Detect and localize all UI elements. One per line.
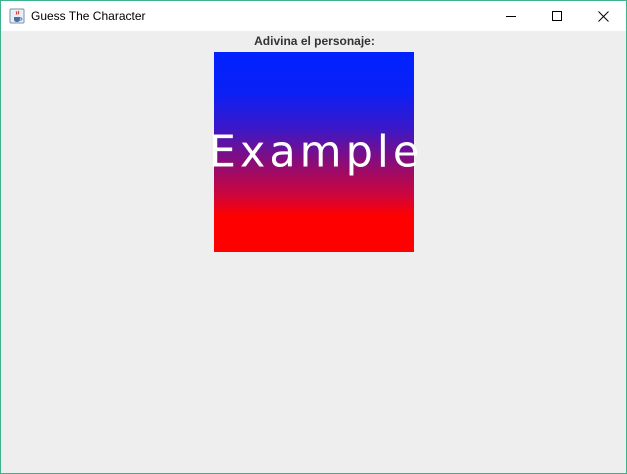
- maximize-icon: [552, 11, 562, 21]
- window-title: Guess The Character: [31, 9, 146, 23]
- close-button[interactable]: [580, 1, 626, 31]
- character-image-text: Example: [208, 125, 424, 177]
- title-bar[interactable]: Guess The Character: [1, 1, 626, 31]
- app-window: Guess The Character Adivina el personaje…: [0, 0, 627, 474]
- minimize-button[interactable]: [488, 1, 534, 31]
- maximize-button[interactable]: [534, 1, 580, 31]
- java-cup-icon[interactable]: [9, 8, 25, 24]
- character-image: Example: [209, 52, 419, 252]
- minimize-icon: [506, 16, 516, 17]
- content-pane: Adivina el personaje: Example: [1, 31, 626, 473]
- prompt-label: Adivina el personaje:: [254, 34, 375, 48]
- close-icon: [597, 10, 609, 22]
